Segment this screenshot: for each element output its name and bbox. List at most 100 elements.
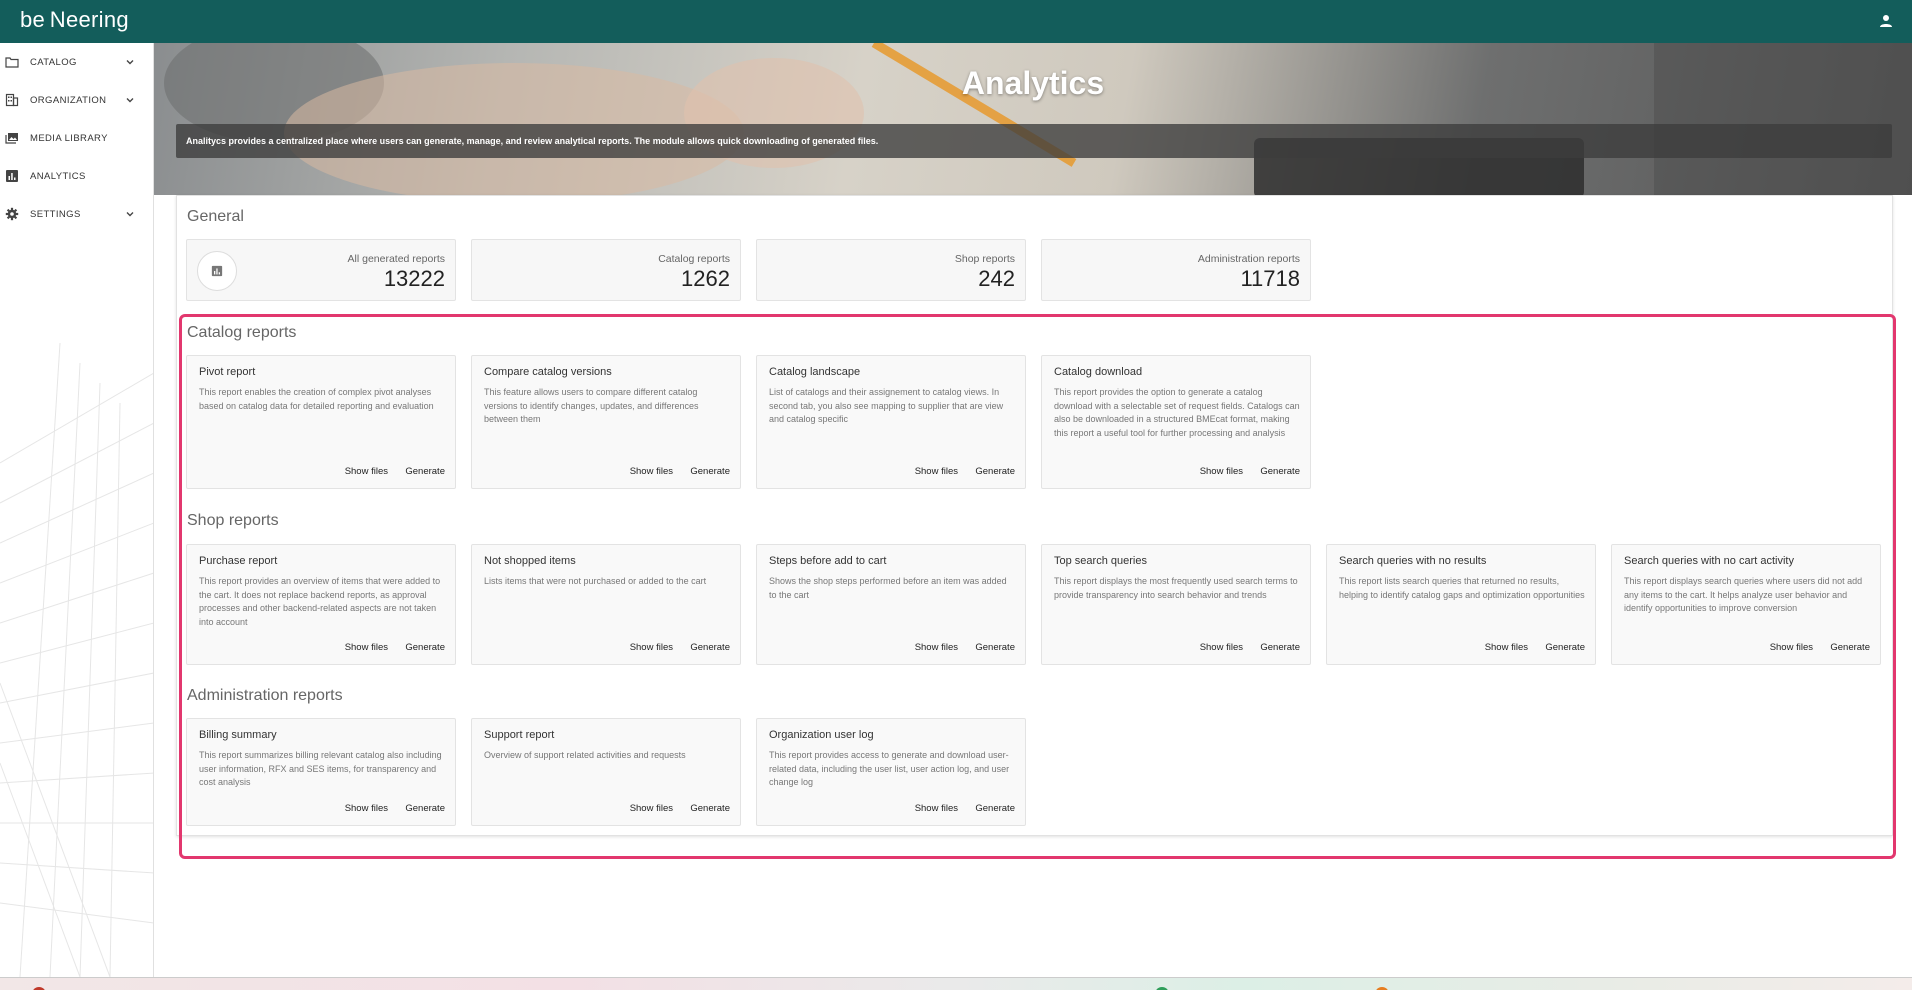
building-icon <box>5 93 19 107</box>
report-card-compare-catalog-versions: Compare catalog versions This feature al… <box>471 355 741 489</box>
report-card-pivot: Pivot report This report enables the cre… <box>186 355 456 489</box>
card-description: Overview of support related activities a… <box>484 750 686 760</box>
media-library-icon <box>5 133 18 144</box>
stat-icon-wrapper <box>197 251 237 291</box>
section-title-shop-reports: Shop reports <box>187 512 279 529</box>
report-card-not-shopped-items: Not shopped items Lists items that were … <box>471 544 741 665</box>
stat-value: 11718 <box>1240 266 1300 291</box>
generate-button[interactable]: Generate <box>975 803 1015 814</box>
stat-card-all-reports: All generated reports 13222 <box>186 239 456 301</box>
section-title-catalog-reports: Catalog reports <box>187 324 297 341</box>
stat-label: Shop reports <box>954 253 1015 265</box>
sidebar-item-label: ANALYTICS <box>30 170 86 182</box>
card-description: Lists items that were not purchased or a… <box>484 576 707 586</box>
card-description: This report summarizes billing relevant … <box>199 750 442 787</box>
report-card-billing-summary: Billing summary This report summarizes b… <box>186 718 456 826</box>
card-title: Purchase report <box>199 555 278 567</box>
card-title: Catalog landscape <box>769 366 861 378</box>
generate-button[interactable]: Generate <box>1545 642 1585 653</box>
show-files-button[interactable]: Show files <box>1485 642 1528 653</box>
show-files-button[interactable]: Show files <box>915 803 958 814</box>
generate-button[interactable]: Generate <box>690 466 730 477</box>
show-files-button[interactable]: Show files <box>345 466 388 477</box>
stat-value: 13222 <box>383 266 445 291</box>
report-card-support-report: Support report Overview of support relat… <box>471 718 741 826</box>
show-files-button[interactable]: Show files <box>915 642 958 653</box>
generate-button[interactable]: Generate <box>975 466 1015 477</box>
sidebar-item-label: CATALOG <box>30 56 77 68</box>
card-description: Shows the shop steps performed before an… <box>769 576 1007 600</box>
stat-label: All generated reports <box>347 253 445 265</box>
top-bar: be Neering <box>0 0 1912 43</box>
generate-button[interactable]: Generate <box>975 642 1015 653</box>
gear-icon <box>5 207 19 221</box>
generate-button[interactable]: Generate <box>1260 642 1300 653</box>
show-files-button[interactable]: Show files <box>630 803 673 814</box>
report-card-search-queries-no-results: Search queries with no results This repo… <box>1326 544 1596 665</box>
sidebar-item-organization[interactable]: ORGANIZATION <box>0 82 153 118</box>
show-files-button[interactable]: Show files <box>1770 642 1813 653</box>
show-files-button[interactable]: Show files <box>1200 642 1243 653</box>
analytics-icon <box>211 265 223 277</box>
main-content: Analytics Analitycs provides a centraliz… <box>154 43 1912 977</box>
stat-card-catalog-reports: Catalog reports 1262 <box>471 239 741 301</box>
show-files-button[interactable]: Show files <box>1200 466 1243 477</box>
card-title: Top search queries <box>1054 555 1147 567</box>
hero-banner: Analytics Analitycs provides a centraliz… <box>154 43 1912 195</box>
stat-label: Catalog reports <box>658 253 730 265</box>
section-title-administration-reports: Administration reports <box>187 687 343 704</box>
stat-card-administration-reports: Administration reports 11718 <box>1041 239 1311 301</box>
user-icon[interactable] <box>1878 13 1894 29</box>
sidebar-item-label: SETTINGS <box>30 208 81 220</box>
chevron-down-icon[interactable] <box>125 95 135 105</box>
card-title: Support report <box>484 729 555 741</box>
sidebar-item-analytics[interactable]: ANALYTICS <box>0 158 153 194</box>
generate-button[interactable]: Generate <box>1830 642 1870 653</box>
show-files-button[interactable]: Show files <box>915 466 958 477</box>
analytics-icon <box>6 170 18 182</box>
report-card-top-search-queries: Top search queries This report displays … <box>1041 544 1311 665</box>
generate-button[interactable]: Generate <box>690 803 730 814</box>
card-title: Pivot report <box>199 366 256 378</box>
sidebar: CATALOG ORGANIZATION MEDIA LIBRARY ANALY… <box>0 43 154 977</box>
report-card-search-queries-no-cart-activity: Search queries with no cart activity Thi… <box>1611 544 1881 665</box>
chevron-down-icon[interactable] <box>125 209 135 219</box>
generate-button[interactable]: Generate <box>405 642 445 653</box>
card-description: This report enables the creation of comp… <box>199 387 434 411</box>
logo[interactable]: be Neering <box>20 7 129 33</box>
generate-button[interactable]: Generate <box>690 642 730 653</box>
card-description: This report lists search queries that re… <box>1339 576 1585 600</box>
card-title: Billing summary <box>199 729 277 741</box>
show-files-button[interactable]: Show files <box>345 803 388 814</box>
bottom-strip <box>0 977 1912 990</box>
stat-value: 1262 <box>681 266 730 291</box>
logo-area[interactable]: be Neering <box>0 0 154 43</box>
stat-card-shop-reports: Shop reports 242 <box>756 239 1026 301</box>
generate-button[interactable]: Generate <box>1260 466 1300 477</box>
page-description: Analitycs provides a centralized place w… <box>176 124 1892 158</box>
card-description: This report provides the option to gener… <box>1054 387 1300 438</box>
show-files-button[interactable]: Show files <box>630 466 673 477</box>
stat-value: 242 <box>978 266 1015 291</box>
page-title: Analytics <box>961 65 1105 101</box>
stat-label: Administration reports <box>1197 253 1300 265</box>
chevron-down-icon[interactable] <box>125 57 135 67</box>
generate-button[interactable]: Generate <box>405 803 445 814</box>
card-title: Organization user log <box>769 729 874 741</box>
card-description: This report displays search queries wher… <box>1624 576 1863 613</box>
show-files-button[interactable]: Show files <box>345 642 388 653</box>
card-description: This feature allows users to compare dif… <box>484 387 699 424</box>
card-title: Steps before add to cart <box>769 555 887 567</box>
sidebar-item-catalog[interactable]: CATALOG <box>0 44 153 80</box>
show-files-button[interactable]: Show files <box>630 642 673 653</box>
sidebar-item-label: MEDIA LIBRARY <box>30 132 108 144</box>
folder-icon <box>5 57 19 68</box>
report-card-steps-before-add-to-cart: Steps before add to cart Shows the shop … <box>756 544 1026 665</box>
sidebar-item-media-library[interactable]: MEDIA LIBRARY <box>0 120 153 156</box>
section-title-general: General <box>187 208 244 225</box>
card-description: List of catalogs and their assignement t… <box>769 387 1004 424</box>
report-card-organization-user-log: Organization user log This report provid… <box>756 718 1026 826</box>
generate-button[interactable]: Generate <box>405 466 445 477</box>
sidebar-item-settings[interactable]: SETTINGS <box>0 196 153 232</box>
content-panel: General All generated reports 13222 Cata… <box>176 195 1893 836</box>
